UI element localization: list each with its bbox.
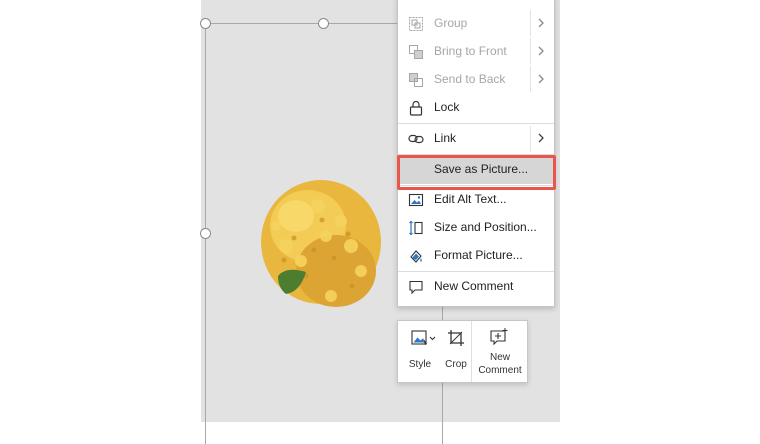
menu-item-size-and-position[interactable]: Size and Position... — [398, 214, 554, 242]
menu-separator — [398, 123, 554, 124]
mini-toolbar: Style Crop New Comment — [397, 320, 528, 383]
menu-separator — [398, 271, 554, 272]
new-comment-label-line2: Comment — [478, 365, 522, 376]
chevron-right-icon — [538, 18, 544, 28]
flower-picture[interactable] — [256, 176, 386, 316]
resize-handle-top-middle[interactable] — [318, 18, 329, 29]
menu-item-new-comment[interactable]: New Comment — [398, 273, 554, 301]
group-icon — [409, 17, 423, 31]
send-to-back-icon — [409, 73, 423, 87]
menu-item-label: Bring to Front — [434, 44, 507, 58]
highlight-annotation — [397, 155, 556, 190]
menu-item-link[interactable]: Link — [398, 125, 554, 153]
chevron-right-icon — [538, 46, 544, 56]
new-comment-icon — [490, 328, 508, 346]
size-position-icon — [409, 220, 423, 236]
menu-item-label: Link — [434, 131, 457, 145]
menu-item-label: New Comment — [434, 279, 514, 293]
menu-item-label: Edit Alt Text... — [434, 192, 507, 206]
chevron-right-icon — [538, 133, 544, 143]
menu-item-label: Send to Back — [434, 72, 506, 86]
link-icon — [408, 134, 424, 144]
crop-label: Crop — [445, 359, 467, 370]
menu-item-group[interactable]: Group — [398, 10, 554, 38]
comment-icon — [409, 280, 423, 295]
menu-item-label: Group — [434, 16, 468, 30]
format-picture-icon — [410, 250, 422, 263]
chevron-right-icon — [538, 74, 544, 84]
menu-item-lock[interactable]: Lock — [398, 94, 554, 122]
menu-item-send-to-back[interactable]: Send to Back — [398, 66, 554, 94]
alt-text-icon — [408, 193, 424, 207]
menu-item-label: Lock — [434, 100, 460, 114]
new-comment-label-line1: New — [489, 352, 510, 363]
crop-button[interactable]: Crop — [442, 321, 470, 382]
new-comment-button[interactable]: New Comment — [471, 321, 528, 382]
menu-item-format-picture[interactable]: Format Picture... — [398, 242, 554, 270]
crop-icon — [448, 330, 464, 346]
bring-to-front-icon — [409, 45, 423, 59]
style-label: Style — [408, 359, 432, 370]
context-menu: Group Bring to Front Send to Back Lock L… — [397, 0, 555, 307]
menu-item-label: Size and Position... — [434, 220, 537, 234]
menu-item-bring-to-front[interactable]: Bring to Front — [398, 38, 554, 66]
style-button[interactable]: Style — [398, 321, 442, 382]
menu-item-edit-alt-text[interactable]: Edit Alt Text... — [398, 186, 554, 214]
lock-icon — [409, 100, 423, 116]
resize-handle-middle-left[interactable] — [200, 228, 211, 239]
resize-handle-top-left[interactable] — [200, 18, 211, 29]
menu-item-label: Format Picture... — [434, 248, 523, 262]
picture-style-icon — [411, 330, 436, 345]
